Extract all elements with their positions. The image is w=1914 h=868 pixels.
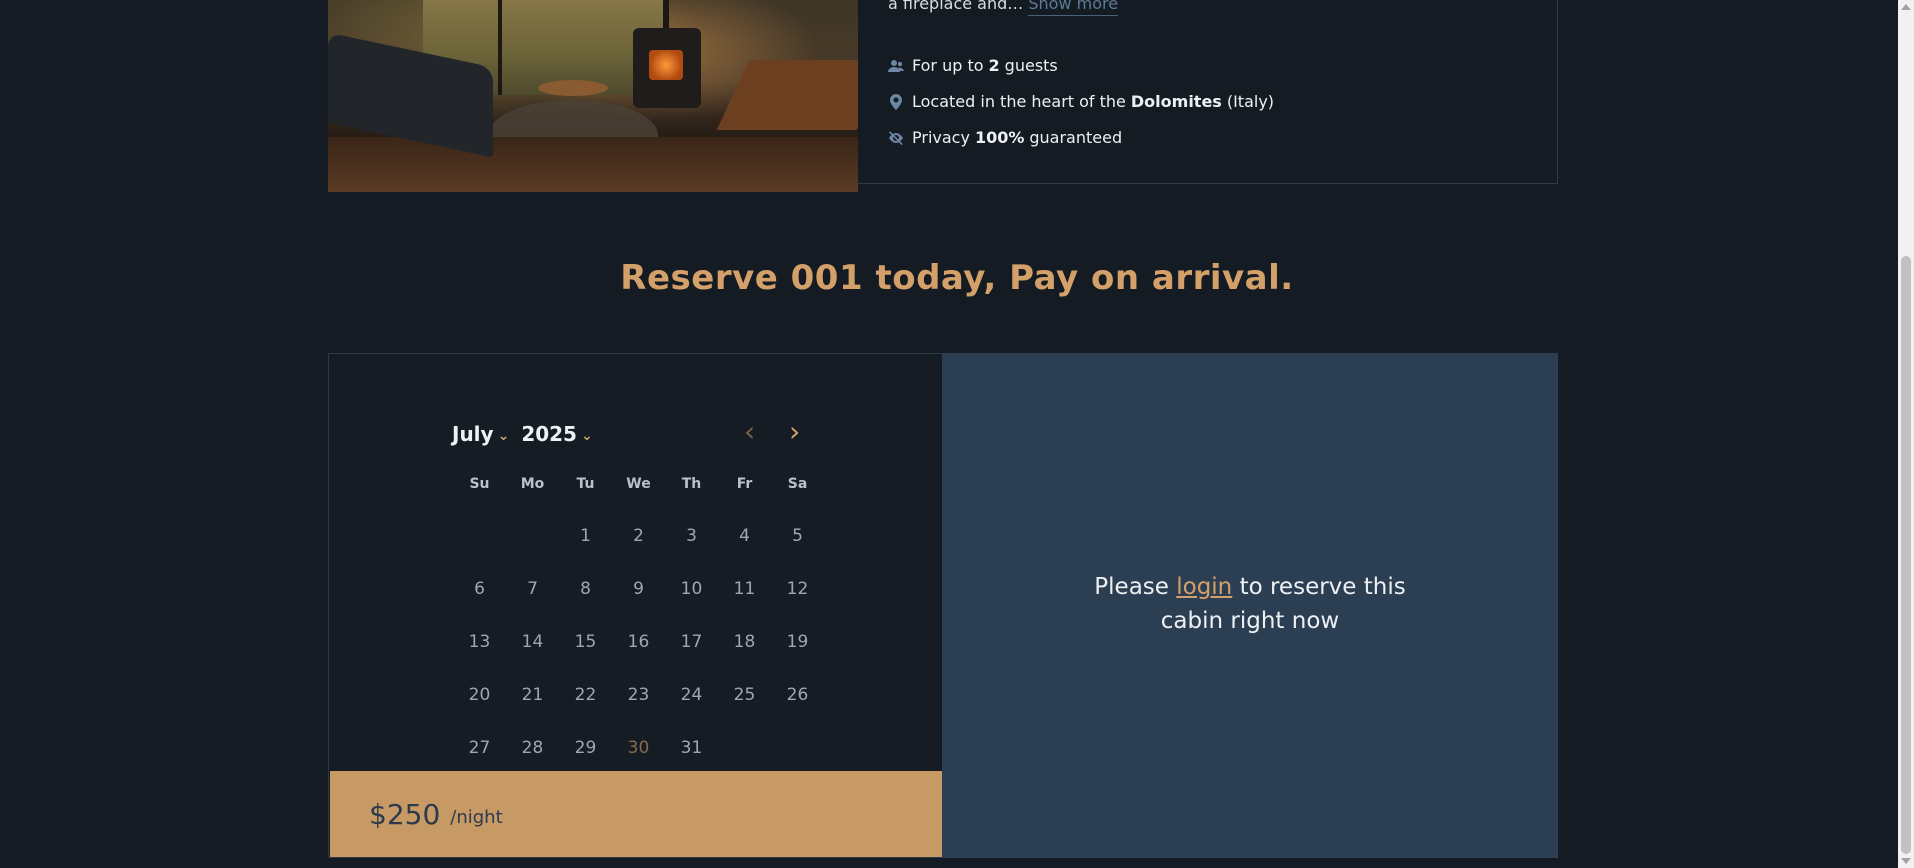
login-message: Please login to reserve this cabin right… [942, 570, 1558, 638]
page-scrollbar[interactable] [1898, 0, 1914, 868]
day-blank [506, 509, 559, 562]
scroll-down-arrow-icon[interactable] [1901, 858, 1911, 864]
chevron-down-icon: ⌄ [497, 428, 510, 444]
day-cell[interactable]: 9 [612, 562, 665, 615]
photo-coffee-table [538, 80, 608, 96]
day-cell[interactable]: 2 [612, 509, 665, 562]
day-cell[interactable]: 20 [453, 668, 506, 721]
weekday-label: Fr [736, 476, 753, 492]
login-panel: Please login to reserve this cabin right… [942, 353, 1558, 858]
day-cell[interactable]: 27 [453, 721, 506, 774]
cabin-photo [328, 0, 858, 192]
day-cell[interactable]: 11 [718, 562, 771, 615]
day-grid: 1 2 3 4 5 6 7 8 9 10 11 12 13 14 15 16 17 18 19 20 21 22 23 24 2… [453, 509, 824, 774]
weekday-header: Su Mo Tu We Th Fr Sa [453, 476, 824, 492]
eye-slash-icon [888, 130, 903, 145]
login-link[interactable]: login [1176, 574, 1232, 600]
day-cell[interactable]: 6 [453, 562, 506, 615]
day-cell[interactable]: 18 [718, 615, 771, 668]
day-cell[interactable]: 5 [771, 509, 824, 562]
feature-privacy-post: guaranteed [1029, 128, 1123, 147]
day-cell[interactable]: 13 [453, 615, 506, 668]
day-cell[interactable]: 12 [771, 562, 824, 615]
login-before: Please [1094, 574, 1169, 600]
feature-guests-bold: 2 [988, 56, 1000, 75]
feature-privacy-bold: 100% [974, 128, 1025, 147]
next-month-button[interactable]: › [789, 418, 800, 446]
day-cell[interactable]: 21 [506, 668, 559, 721]
cabin-card: a fireplace and… Show more For up to 2 g… [328, 0, 1558, 192]
day-cell[interactable]: 24 [665, 668, 718, 721]
day-cell[interactable]: 10 [665, 562, 718, 615]
price-unit: /night [450, 806, 503, 828]
price-bar: $250 /night [330, 771, 943, 857]
cabin-info: a fireplace and… Show more For up to 2 g… [858, 0, 1558, 184]
chevron-down-icon: ⌄ [580, 428, 593, 444]
photo-stove [633, 28, 701, 108]
day-cell[interactable]: 26 [771, 668, 824, 721]
day-cell[interactable]: 29 [559, 721, 612, 774]
previous-month-button[interactable]: ‹ [744, 418, 755, 446]
weekday-label: Su [469, 476, 490, 492]
day-cell[interactable]: 23 [612, 668, 665, 721]
feature-location-pre: Located in the heart of the [912, 92, 1126, 111]
day-cell[interactable]: 22 [559, 668, 612, 721]
year-label: 2025 [521, 422, 577, 446]
description-text: a fireplace and… [888, 0, 1024, 13]
day-cell[interactable]: 7 [506, 562, 559, 615]
cabin-description: a fireplace and… Show more [888, 0, 1119, 16]
day-cell[interactable]: 17 [665, 615, 718, 668]
feature-location-bold: Dolomites [1130, 92, 1222, 111]
weekday-label: Mo [520, 476, 545, 492]
feature-privacy-pre: Privacy [912, 128, 970, 147]
day-cell[interactable]: 8 [559, 562, 612, 615]
feature-location-post: (Italy) [1226, 92, 1275, 111]
feature-privacy: Privacy 100% guaranteed [888, 128, 1122, 147]
show-more-link[interactable]: Show more [1028, 0, 1119, 16]
day-cell[interactable]: 16 [612, 615, 665, 668]
month-select[interactable]: July ⌄ [452, 422, 509, 446]
day-cell[interactable]: 4 [718, 509, 771, 562]
day-cell-today[interactable]: 30 [612, 721, 665, 774]
day-cell[interactable]: 31 [665, 721, 718, 774]
day-cell[interactable]: 3 [665, 509, 718, 562]
location-pin-icon [890, 93, 902, 110]
day-cell[interactable]: 1 [559, 509, 612, 562]
feature-guests: For up to 2 guests [888, 56, 1058, 75]
feature-location: Located in the heart of the Dolomites (I… [888, 92, 1274, 111]
year-select[interactable]: 2025 ⌄ [521, 422, 592, 446]
photo-dining-table [716, 60, 858, 130]
day-cell[interactable]: 14 [506, 615, 559, 668]
scroll-thumb[interactable] [1901, 256, 1911, 854]
day-cell[interactable]: 15 [559, 615, 612, 668]
feature-guests-pre: For up to [912, 56, 984, 75]
booking-section: July ⌄ 2025 ⌄ ‹ › Su Mo Tu We Th Fr Sa 1234567… [328, 353, 1558, 858]
photo-floor [328, 137, 858, 192]
day-cell[interactable]: 28 [506, 721, 559, 774]
day-cell[interactable]: 25 [718, 668, 771, 721]
feature-guests-post: guests [1004, 56, 1058, 75]
weekday-label: We [626, 476, 651, 492]
price-value: $250 [369, 797, 441, 831]
day-blank [453, 509, 506, 562]
reserve-heading: Reserve 001 today, Pay on arrival. [620, 258, 1294, 298]
weekday-label: Tu [576, 476, 595, 492]
weekday-label: Th [681, 476, 702, 492]
guests-icon [888, 59, 904, 72]
scroll-up-arrow-icon[interactable] [1901, 4, 1911, 10]
calendar-header: July ⌄ 2025 ⌄ [452, 422, 605, 446]
day-cell[interactable]: 19 [771, 615, 824, 668]
calendar-panel: July ⌄ 2025 ⌄ ‹ › Su Mo Tu We Th Fr Sa 1234567… [328, 353, 943, 858]
weekday-label: Sa [787, 476, 808, 492]
month-label: July [452, 422, 494, 446]
